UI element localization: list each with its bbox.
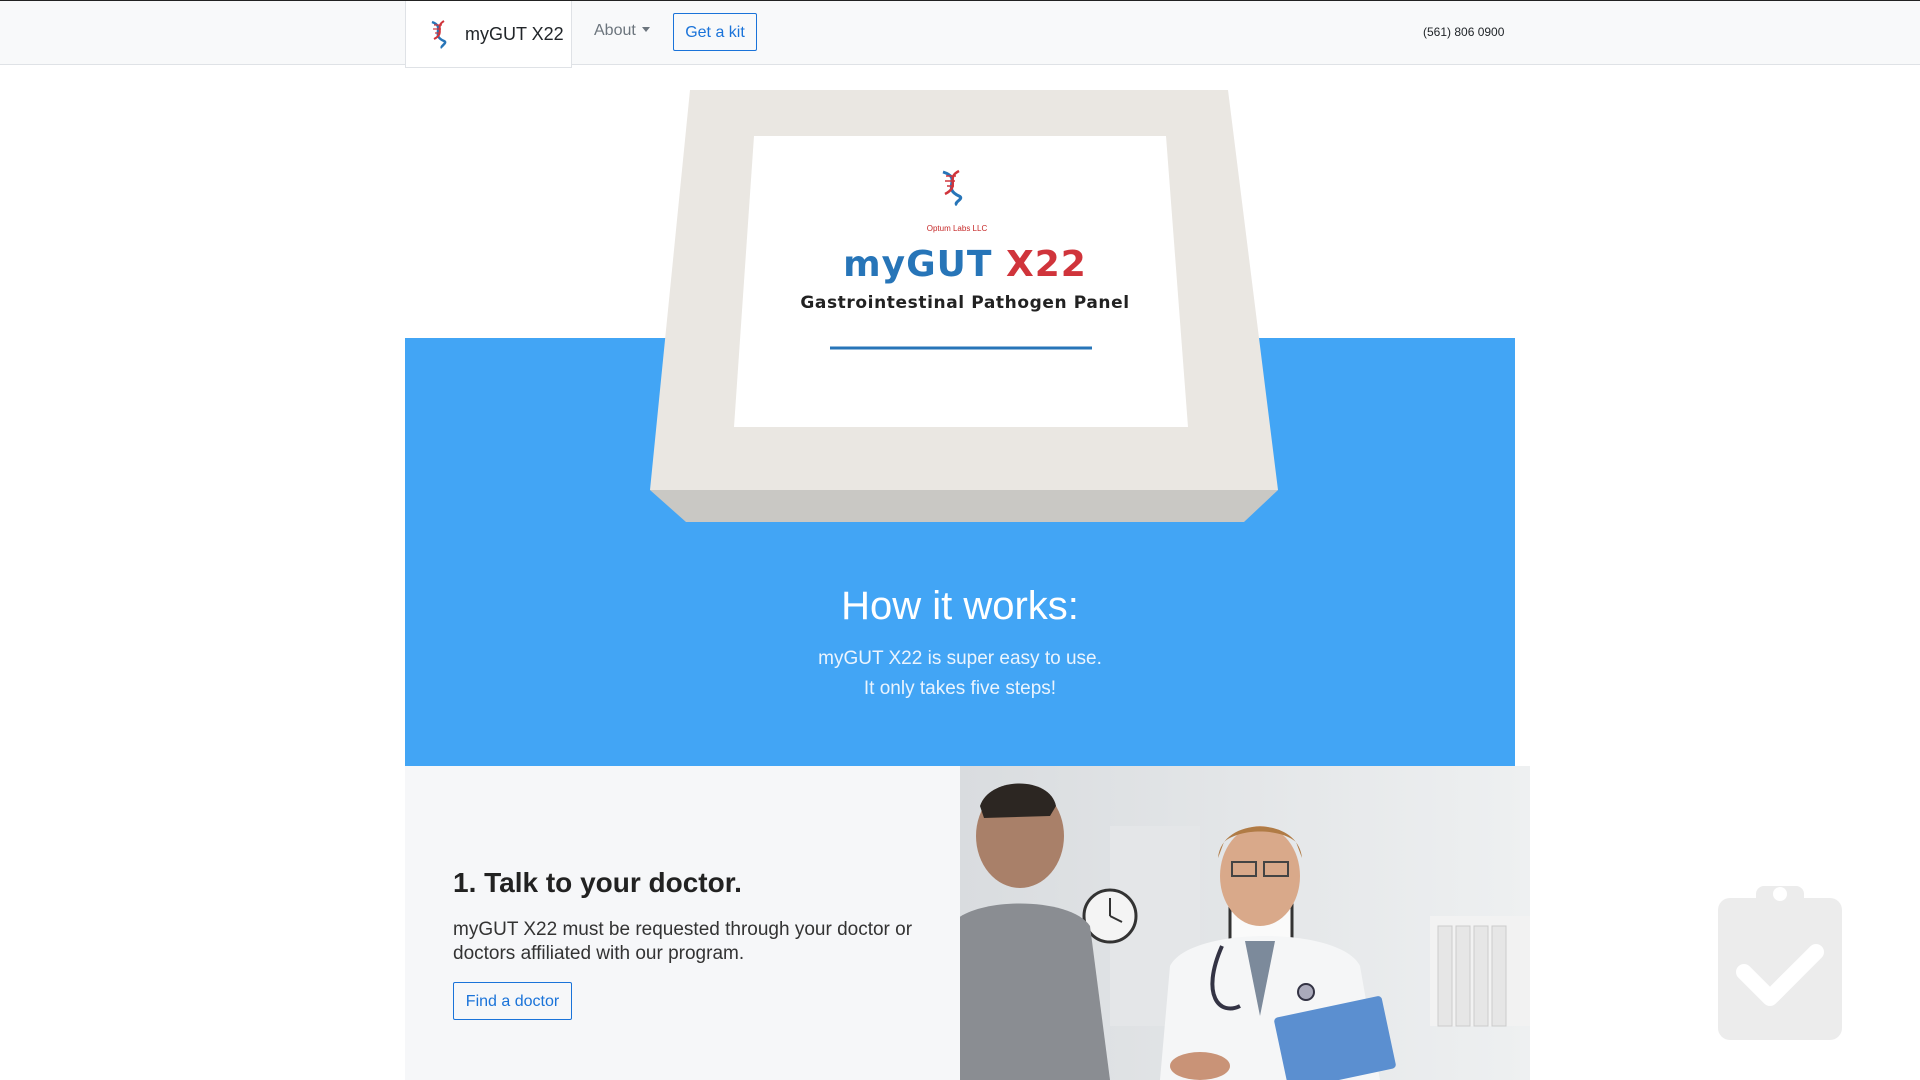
brand-name: myGUT X22 <box>465 23 564 44</box>
how-it-works-heading: How it works: <box>841 584 1079 628</box>
step-1-description: myGUT X22 must be requested through your… <box>453 919 913 964</box>
dna-logo-icon <box>431 20 447 49</box>
phone-number: (561) 806 0900 <box>1423 25 1505 39</box>
caret-down-icon <box>641 27 650 32</box>
box-title-main: myGUT <box>843 244 993 285</box>
doctor-patient-photo <box>960 766 1530 1080</box>
find-doctor-button[interactable]: Find a doctor <box>453 982 572 1020</box>
subtitle-line-1: myGUT X22 is super easy to use. <box>818 648 1102 669</box>
optum-labs-logo-icon <box>942 169 963 206</box>
subtitle-line-2: It only takes five steps! <box>863 678 1057 699</box>
about-label: About <box>594 22 636 39</box>
box-title: myGUT X22 <box>700 244 1230 285</box>
clipboard-check-icon <box>1718 886 1842 1040</box>
box-company-name: Optum Labs LLC <box>926 224 988 233</box>
box-title-accent: X22 <box>1006 244 1087 285</box>
get-kit-button[interactable]: Get a kit <box>673 13 757 51</box>
box-subtitle: Gastrointestinal Pathogen Panel <box>800 293 1130 313</box>
about-dropdown[interactable]: About <box>594 22 650 40</box>
brand-link[interactable]: myGUT X22 <box>405 1 572 68</box>
step-1-title: 1. Talk to your doctor. <box>453 867 742 898</box>
navbar <box>0 1 1920 65</box>
how-it-works-subtitle: myGUT X22 is super easy to use. It only … <box>405 644 1515 704</box>
